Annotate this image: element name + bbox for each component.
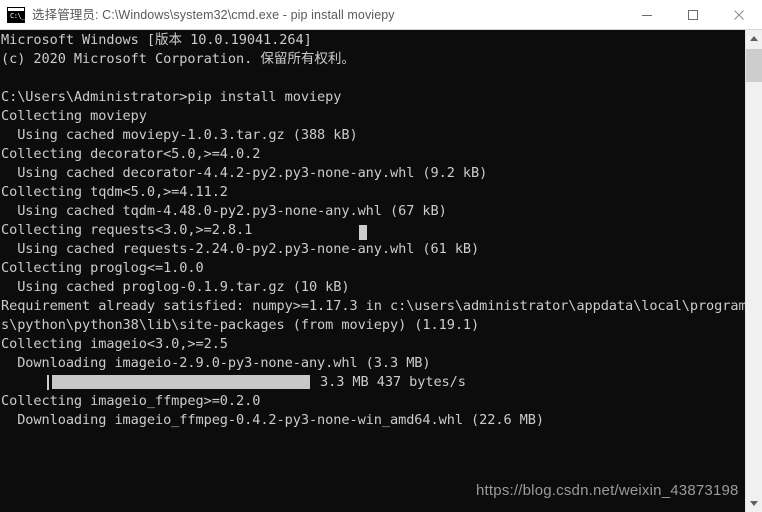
terminal-line: Collecting requests<3.0,>=2.8.1 <box>1 222 253 238</box>
maximize-icon <box>688 9 698 20</box>
scroll-down-button[interactable] <box>746 495 762 512</box>
scroll-down-arrow-icon <box>750 501 758 506</box>
scrollbar-thumb[interactable] <box>746 49 762 82</box>
terminal-line: Downloading imageio-2.9.0-py3-none-any.w… <box>1 355 431 371</box>
terminal-line: Collecting proglog<=1.0.0 <box>1 260 204 276</box>
window-controls <box>624 0 762 29</box>
terminal-line: Using cached proglog-0.1.9.tar.gz (10 kB… <box>1 279 350 295</box>
terminal-line: (c) 2020 Microsoft Corporation. 保留所有权利。 <box>1 51 355 67</box>
progress-bar-start-marker <box>47 375 49 390</box>
terminal-line: Collecting moviepy <box>1 108 147 124</box>
terminal-line: Using cached requests-2.24.0-py2.py3-non… <box>1 241 480 257</box>
window-title: 选择管理员: C:\Windows\system32\cmd.exe - pip… <box>32 7 395 22</box>
minimize-icon <box>642 14 652 16</box>
watermark-text: https://blog.csdn.net/weixin_43873198 <box>476 482 739 499</box>
terminal-cursor <box>359 225 367 240</box>
progress-status-text: 3.3 MB 437 bytes/s <box>320 374 466 390</box>
close-button[interactable] <box>716 0 762 29</box>
cmd-icon-titlestrip <box>8 7 24 11</box>
vertical-scrollbar[interactable] <box>745 30 762 512</box>
maximize-button[interactable] <box>670 0 716 29</box>
terminal-line: Collecting imageio_ffmpeg>=0.2.0 <box>1 393 261 409</box>
scroll-up-button[interactable] <box>746 30 762 47</box>
download-progress-row: 3.3 MB 437 bytes/s <box>0 373 745 392</box>
cmd-icon[interactable]: C:\_ <box>7 6 25 23</box>
terminal-line: Downloading imageio_ffmpeg-0.4.2-py3-non… <box>1 412 544 428</box>
title-bar[interactable]: C:\_ 选择管理员: C:\Windows\system32\cmd.exe … <box>0 0 762 30</box>
cmd-icon-prompt-glyph: C:\_ <box>10 11 25 20</box>
terminal-line: Requirement already satisfied: numpy>=1.… <box>1 298 745 314</box>
terminal-line: Collecting decorator<5.0,>=4.0.2 <box>1 146 261 162</box>
terminal-line: C:\Users\Administrator>pip install movie… <box>1 89 342 105</box>
terminal-lines: Microsoft Windows [版本 10.0.19041.264] (c… <box>0 31 745 430</box>
terminal-line: s\python\python38\lib\site-packages (fro… <box>1 317 480 333</box>
terminal-output-area[interactable]: Microsoft Windows [版本 10.0.19041.264] (c… <box>0 30 745 512</box>
close-icon <box>734 9 744 20</box>
terminal-line: Using cached moviepy-1.0.3.tar.gz (388 k… <box>1 127 358 143</box>
terminal-line: Using cached decorator-4.4.2-py2.py3-non… <box>1 165 488 181</box>
cmd-window: C:\_ 选择管理员: C:\Windows\system32\cmd.exe … <box>0 0 762 512</box>
scroll-up-arrow-icon <box>750 36 758 41</box>
minimize-button[interactable] <box>624 0 670 29</box>
terminal-line: Collecting imageio<3.0,>=2.5 <box>1 336 228 352</box>
progress-bar-fill <box>52 375 310 389</box>
terminal-line: Microsoft Windows [版本 10.0.19041.264] <box>1 32 312 48</box>
terminal-line: Collecting tqdm<5.0,>=4.11.2 <box>1 184 228 200</box>
terminal-line: Using cached tqdm-4.48.0-py2.py3-none-an… <box>1 203 447 219</box>
